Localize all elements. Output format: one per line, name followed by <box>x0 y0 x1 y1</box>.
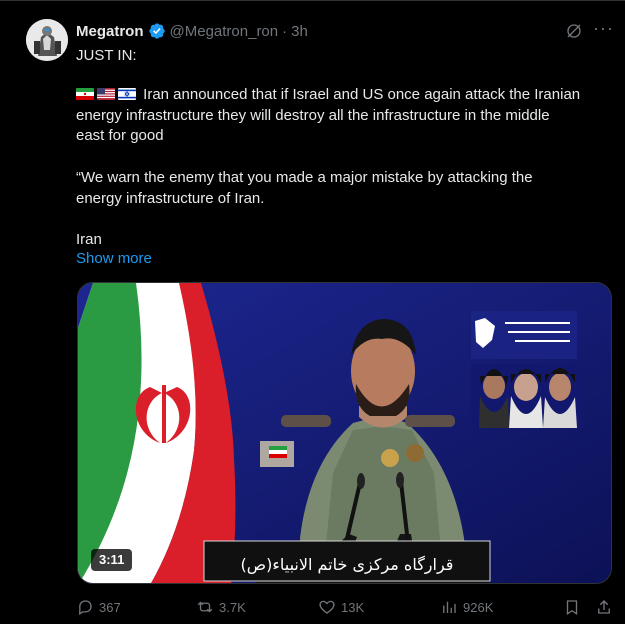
tweet-quote: “We warn the enemy that you made a major… <box>76 168 616 209</box>
share-icon <box>598 600 610 614</box>
more-options-icon[interactable]: ··· <box>593 19 613 39</box>
israel-flag-icon <box>118 88 136 100</box>
tweet-card[interactable]: Megatron @Megatron_ron · 3h ··· JUST IN:… <box>0 0 625 624</box>
views-button[interactable]: 926K <box>440 597 493 617</box>
tweet-line-6: energy infrastructure of Iran. <box>76 189 265 207</box>
views-icon <box>443 601 456 613</box>
tweet-paragraph: Iran announced that if Israel and US onc… <box>76 85 616 147</box>
show-more-link[interactable]: Show more <box>76 250 152 267</box>
avatar[interactable] <box>26 19 68 61</box>
repost-button[interactable]: 3.7K <box>196 597 246 617</box>
heart-icon <box>319 600 335 614</box>
author-handle[interactable]: @Megatron_ron <box>170 23 279 40</box>
tweet-tag: Iran <box>76 230 616 251</box>
tweet-line-2: Iran announced that if Israel and US onc… <box>76 85 616 106</box>
separator: · <box>282 22 288 40</box>
like-count: 13K <box>341 599 365 615</box>
view-count: 926K <box>463 599 494 615</box>
us-flag-icon <box>97 88 115 100</box>
reply-button[interactable]: 367 <box>76 597 121 617</box>
tweet-line-4: east for good <box>76 127 164 144</box>
iran-flag-icon <box>76 88 94 100</box>
video-player[interactable]: 3:11 قرارگاه مرکزی خاتم الانبیاء(ص) <box>77 282 612 584</box>
tweet-actions: 367 3.7K 13K 926K <box>76 597 616 617</box>
like-button[interactable]: 13K <box>318 597 364 617</box>
grok-icon[interactable] <box>565 22 583 40</box>
tweet-line-2-text: Iran announced that if Israel and US onc… <box>143 86 581 103</box>
tweet-line-5: “We warn the enemy that you made a major… <box>76 169 533 186</box>
bookmark-icon <box>566 600 578 616</box>
tweet-line-1: JUST IN: <box>76 47 137 64</box>
divider <box>0 0 625 1</box>
video-duration: 3:11 <box>91 549 133 571</box>
verified-badge-icon <box>148 22 166 40</box>
tweet-line-3: energy infrastructure they will destroy … <box>76 106 550 124</box>
author-name[interactable]: Megatron <box>76 23 144 40</box>
share-button[interactable] <box>595 597 613 617</box>
reply-icon <box>79 600 92 615</box>
repost-icon <box>197 601 213 613</box>
reply-count: 367 <box>99 599 121 615</box>
timestamp[interactable]: 3h <box>291 23 308 40</box>
repost-count: 3.7K <box>219 599 246 615</box>
tweet-text-line: JUST IN: <box>76 46 616 67</box>
tweet-line-7: Iran <box>76 231 102 248</box>
video-caption: قرارگاه مرکزی خاتم الانبیاء(ص) <box>240 555 454 574</box>
robot-avatar-icon <box>26 19 68 61</box>
tweet-header: Megatron @Megatron_ron · 3h <box>76 20 308 42</box>
bookmark-button[interactable] <box>563 597 581 617</box>
video-thumbnail <box>78 283 611 583</box>
